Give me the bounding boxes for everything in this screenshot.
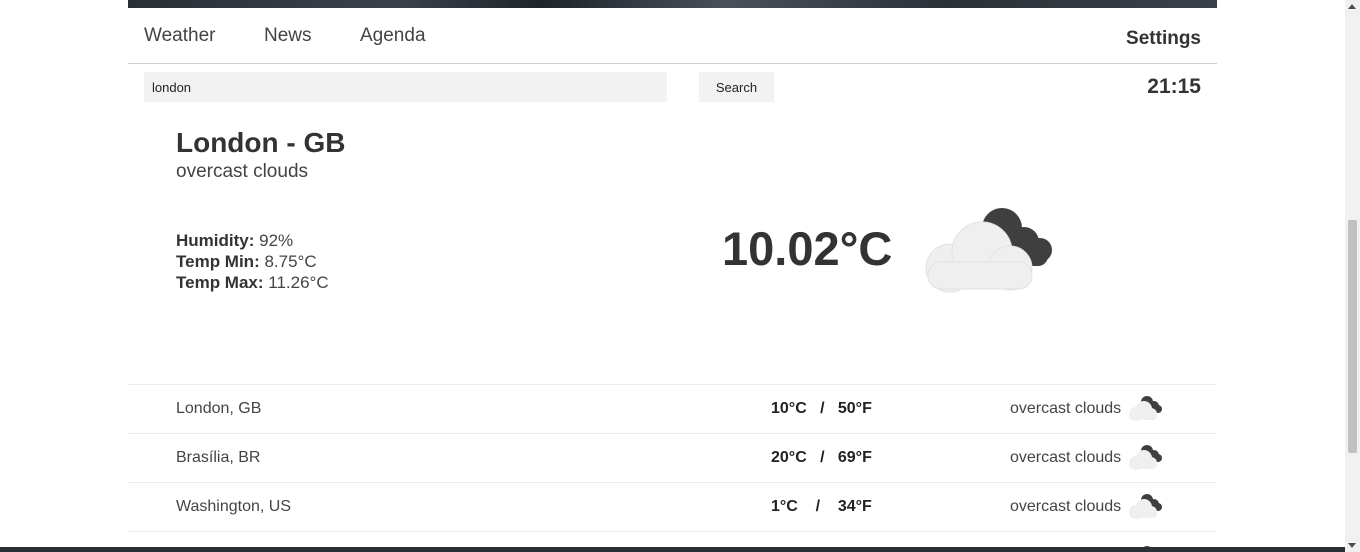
- header-image-strip: [128, 0, 1217, 8]
- overcast-clouds-icon: [1129, 396, 1162, 421]
- list-item[interactable]: Washington, US 1°C / 34°F overcast cloud…: [128, 482, 1217, 531]
- row-city-name: Washington, US: [176, 498, 292, 515]
- nav-news-link[interactable]: News: [264, 25, 312, 47]
- nav-weather-link[interactable]: Weather: [144, 25, 215, 47]
- weather-description: overcast clouds: [176, 161, 309, 182]
- temp-max-value: 11.26°C: [268, 273, 329, 292]
- row-temperatures: 20°C / 69°F: [771, 449, 872, 466]
- overcast-clouds-icon: [1129, 445, 1162, 470]
- temp-max-label: Temp Max:: [176, 273, 264, 292]
- scrollbar-thumb[interactable]: [1348, 220, 1357, 453]
- temp-min-value: 8.75°C: [264, 252, 317, 271]
- temp-min-label: Temp Min:: [176, 252, 260, 271]
- city-title: London - GB: [176, 127, 346, 158]
- nav-agenda-link[interactable]: Agenda: [360, 25, 426, 47]
- list-item[interactable]: London, GB 10°C / 50°F overcast clouds: [128, 384, 1217, 433]
- page-scrollbar[interactable]: [1345, 0, 1360, 552]
- scroll-up-arrow-icon[interactable]: [1348, 4, 1356, 9]
- temp-min-stat: Temp Min: 8.75°C: [176, 251, 329, 272]
- overcast-clouds-icon: [925, 208, 1052, 293]
- clock: 21:15: [1147, 75, 1201, 98]
- row-temperatures: 1°C / 34°F: [771, 498, 872, 515]
- humidity-stat: Humidity: 92%: [176, 230, 329, 251]
- row-city-name: London, GB: [176, 400, 262, 417]
- overcast-clouds-icon: [1129, 494, 1162, 519]
- row-description: overcast clouds: [1010, 449, 1122, 466]
- row-description: overcast clouds: [1010, 400, 1122, 417]
- footer-image-strip: [0, 547, 1345, 552]
- current-temperature: 10.02°C: [722, 222, 893, 275]
- weather-panel: Weather News Agenda Settings Search 21:1…: [128, 8, 1217, 552]
- row-description: overcast clouds: [1010, 498, 1122, 515]
- search-button[interactable]: Search: [699, 72, 774, 102]
- temp-max-stat: Temp Max: 11.26°C: [176, 272, 329, 293]
- nav-settings-link[interactable]: Settings: [1126, 28, 1201, 50]
- list-item[interactable]: Brasília, BR 20°C / 69°F overcast clouds: [128, 433, 1217, 482]
- humidity-label: Humidity:: [176, 231, 255, 250]
- humidity-value: 92%: [259, 231, 294, 250]
- city-list: London, GB 10°C / 50°F overcast clouds B…: [128, 384, 1217, 552]
- scroll-down-arrow-icon[interactable]: [1348, 543, 1356, 548]
- weather-stats: Humidity: 92% Temp Min: 8.75°C Temp Max:…: [176, 230, 329, 293]
- row-temperatures: 10°C / 50°F: [771, 400, 872, 417]
- row-city-name: Brasília, BR: [176, 449, 261, 466]
- city-search-input[interactable]: [144, 72, 667, 102]
- top-navigation: Weather News Agenda Settings: [128, 8, 1217, 64]
